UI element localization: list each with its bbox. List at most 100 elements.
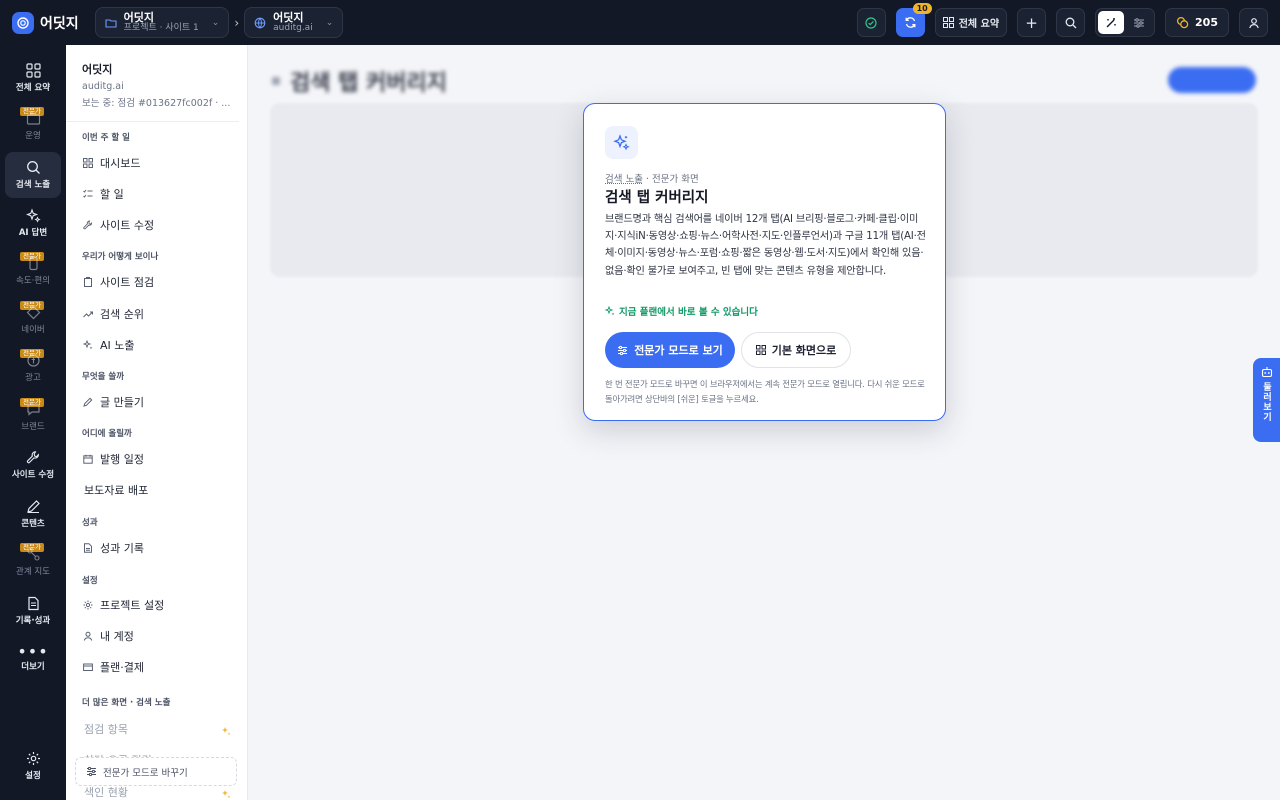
sync-count-badge: 10 [912, 3, 932, 14]
document-icon [82, 543, 93, 554]
sidebar-item-ai-exposure[interactable]: AI 노출 [82, 337, 238, 353]
account-button[interactable] [1239, 8, 1268, 37]
rail-item-ai-answer[interactable]: AI 답변 [5, 200, 61, 246]
sidebar: 어딧지 auditg.ai 보는 중: 점검 #013627fc002f · .… [66, 45, 248, 800]
modal-note: 한 번 전문가 모드로 바꾸면 이 브라우저에서는 계속 전문가 모드로 열립니… [605, 379, 925, 404]
site-selector[interactable]: 어딧지 auditg.ai ⌄ [244, 7, 344, 38]
expert-toggle-label: 전문가 모드로 바꾸기 [103, 767, 188, 779]
rail-item-brand[interactable]: 전문가 브랜드 [5, 394, 61, 440]
section-what-write: 무엇을 쓸까 [82, 372, 125, 382]
overview-label: 전체 요약 [958, 19, 1000, 30]
page-title-blurred: 검색 탭 커버리지 [272, 65, 447, 97]
brand[interactable]: 어딧지 [12, 11, 79, 34]
pen-icon [26, 500, 40, 513]
basic-screen-button[interactable]: 기본 화면으로 [741, 332, 851, 368]
rail-item-naver[interactable]: 전문가 네이버 [5, 297, 61, 343]
sparkle-icon [605, 306, 615, 316]
app-name: 어딧지 [40, 15, 79, 32]
grid-icon [25, 63, 41, 78]
sidebar-item-write[interactable]: 글 만들기 [82, 394, 238, 410]
rail-item-speed[interactable]: 전문가 속도·편의 [5, 248, 61, 294]
sidebar-item-label: AI 노출 [100, 339, 135, 352]
sidebar-item-label: 프로젝트 설정 [100, 599, 165, 612]
project-selector[interactable]: 어딧지 프로젝트 · 사이트 1 ⌄ [94, 7, 230, 38]
wrench-icon [26, 451, 39, 464]
sliders-icon [1134, 17, 1145, 28]
tour-label: 둘러보기 [1261, 382, 1271, 422]
coins-icon [1176, 16, 1189, 29]
sidebar-item-todo[interactable]: 할 일 [82, 186, 238, 202]
sidebar-item-press[interactable]: 보도자료 배포 [84, 482, 240, 498]
rail-item-overview[interactable]: 전체 요약 [5, 55, 61, 101]
rail-item-records[interactable]: 기록·성과 [5, 588, 61, 634]
credits-count: 205 [1195, 16, 1218, 29]
sidebar-item-account[interactable]: 내 계정 [82, 628, 238, 644]
calendar-icon [82, 454, 93, 465]
sidebar-item-label: 색인 현황 [84, 786, 128, 799]
rail-item-content[interactable]: 콘텐츠 [5, 491, 61, 537]
refresh-icon [905, 17, 916, 28]
sparkles-icon [605, 126, 638, 159]
easy-mode-option[interactable] [1098, 11, 1125, 34]
document-icon [27, 596, 39, 611]
map-icon [26, 548, 40, 561]
sidebar-item-project-settings[interactable]: 프로젝트 설정 [82, 597, 238, 613]
tour-button[interactable]: 둘러보기 [1253, 358, 1280, 442]
rail-label: 브랜드 [21, 422, 45, 432]
sliders-icon [87, 766, 96, 777]
chevron-down-icon: ⌄ [211, 17, 220, 28]
sidebar-item-label: 발행 일정 [100, 453, 144, 466]
briefcase-icon [26, 112, 40, 125]
rail-item-relation-map[interactable]: 전문가 관계 지도 [5, 539, 61, 585]
sidebar-item-check-items[interactable]: 점검 항목 [84, 721, 240, 737]
rail-label: 사이트 수정 [11, 470, 55, 480]
view-expert-mode-button[interactable]: 전문가 모드로 보기 [605, 332, 735, 368]
user-icon [82, 631, 93, 642]
overview-button[interactable]: 전체 요약 [934, 8, 1008, 37]
sidebar-item-search-rank[interactable]: 검색 순위 [82, 306, 238, 322]
sidebar-item-site-fix[interactable]: 사이트 수정 [82, 217, 238, 233]
credits-button[interactable]: 205 [1165, 8, 1229, 37]
sidebar-item-index-status[interactable]: 색인 현황 [84, 784, 240, 800]
rail-label: 운영 [25, 131, 41, 141]
expert-mode-option[interactable] [1126, 11, 1152, 34]
rail-item-settings[interactable]: 설정 [5, 743, 61, 789]
status-check-button[interactable] [856, 8, 886, 37]
rail-item-site-fix[interactable]: 사이트 수정 [5, 442, 61, 488]
sidebar-item-label: 글 만들기 [100, 396, 144, 409]
checklist-icon [82, 189, 93, 200]
sparkle-icon [221, 721, 231, 740]
search-button[interactable] [1056, 8, 1086, 37]
search-icon [1065, 17, 1076, 28]
sidebar-item-schedule[interactable]: 발행 일정 [82, 451, 238, 467]
sidebar-item-plan[interactable]: 플랜·결제 [82, 659, 238, 675]
sync-button[interactable]: 10 [895, 3, 932, 37]
rail-label: 기록·성과 [15, 616, 51, 626]
modal-breadcrumb: 검색 노출 · 전문가 화면 [605, 171, 699, 185]
rail-label: 검색 노출 [15, 180, 51, 190]
user-icon [1248, 17, 1259, 28]
chat-icon [26, 404, 40, 416]
add-button[interactable]: + [1017, 8, 1047, 37]
plan-availability: 지금 플랜에서 바로 볼 수 있습니다 [605, 304, 758, 318]
sparkles-icon [82, 340, 93, 351]
section-this-week: 이번 주 할 일 [82, 133, 130, 143]
rail-item-more[interactable]: ••• 더보기 [5, 636, 61, 682]
sidebar-item-dashboard[interactable]: 대시보드 [82, 155, 238, 171]
folder-icon [105, 17, 117, 29]
sidebar-item-label: 성과 기록 [100, 542, 144, 555]
grid-icon [755, 345, 766, 355]
rail-item-search-exposure[interactable]: 검색 노출 [5, 152, 61, 198]
credit-card-icon [82, 662, 93, 673]
mode-toggle[interactable] [1095, 8, 1156, 37]
plus-icon: + [1025, 13, 1038, 32]
sidebar-item-records[interactable]: 성과 기록 [82, 540, 238, 556]
rail-item-ads[interactable]: 전문가 광고 [5, 345, 61, 391]
expert-mode-switch-button[interactable]: 전문가 모드로 바꾸기 [75, 757, 237, 786]
gear-icon [26, 752, 40, 765]
secondary-button-label: 기본 화면으로 [771, 344, 837, 357]
rail-item-operations[interactable]: 전문가 운영 [5, 103, 61, 149]
top-bar: 어딧지 어딧지 프로젝트 · 사이트 1 ⌄ › 어딧지 auditg.ai ⌄ 1… [0, 0, 1280, 45]
sidebar-item-site-check[interactable]: 사이트 점검 [82, 274, 238, 290]
project-domain: auditg.ai [82, 81, 124, 92]
